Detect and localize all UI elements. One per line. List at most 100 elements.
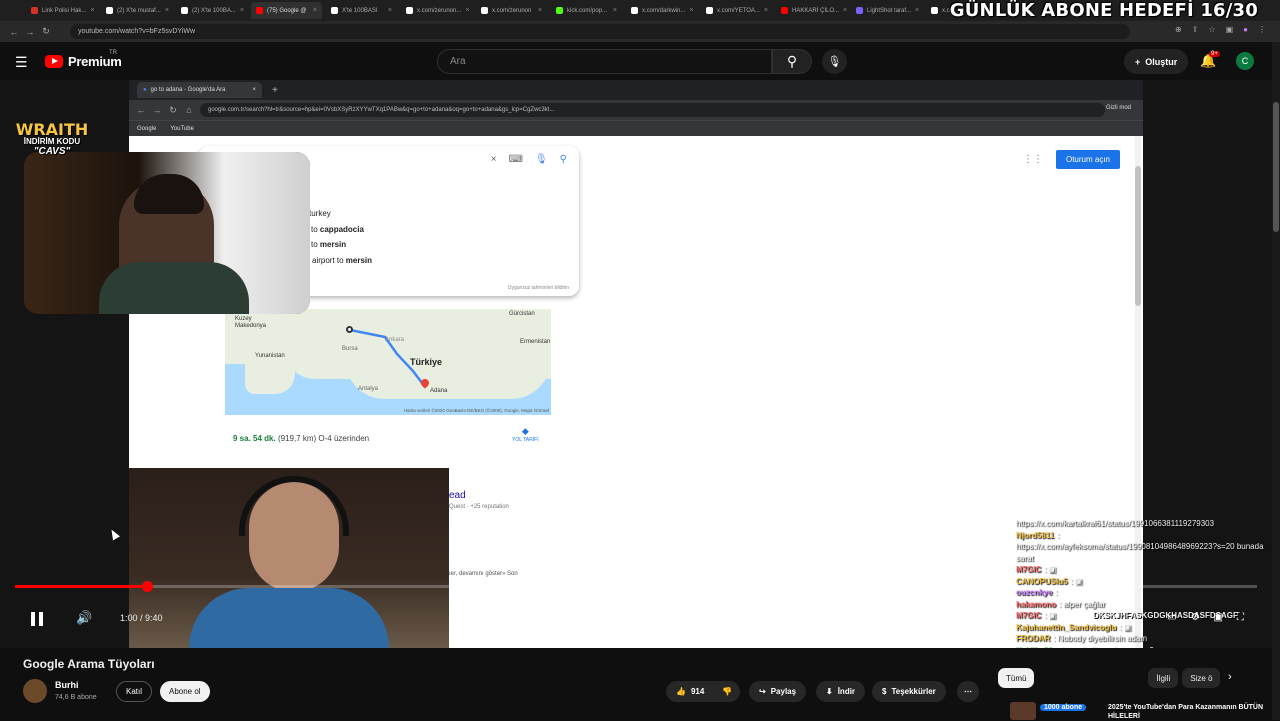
search-button[interactable]: ⚲ (772, 49, 812, 74)
inner-profile-label: Gizli mod (1105, 105, 1131, 111)
voice-search-button[interactable]: 🎙 (822, 49, 847, 74)
inner-tab-close-icon: × (252, 87, 256, 93)
chat-username: hakamono (1016, 599, 1057, 609)
browser-tab[interactable]: (75) Google @ × (251, 2, 322, 19)
video-player[interactable]: ● go to adana - Google'da Ara × + ← → ↻ … (0, 80, 1272, 648)
tab-label: x.com/YETOA... (717, 7, 760, 14)
search-input[interactable]: Ara (437, 49, 772, 74)
mouse-cursor (108, 527, 120, 541)
like-button[interactable]: 👍 914 (666, 681, 715, 702)
url-text: youtube.com/watch?v=bFz5svDYiWw (78, 28, 196, 35)
tab-close-icon[interactable]: × (165, 7, 169, 14)
download-button[interactable]: ⬇ İndir (816, 681, 866, 702)
url-field[interactable]: youtube.com/watch?v=bFz5svDYiWw (70, 24, 1130, 39)
tab-close-icon[interactable]: × (613, 7, 617, 14)
browser-menu-icon[interactable]: ⋮ (1258, 25, 1266, 34)
chat-username: M7GIC (1016, 611, 1042, 620)
chip-related[interactable]: İlgili (1148, 668, 1179, 688)
chat-text: : ▣ (1119, 622, 1132, 632)
reload-icon[interactable]: ↻ (38, 26, 54, 37)
tab-close-icon[interactable]: × (538, 7, 542, 14)
browser-tab[interactable]: (2) X'te mustaf... × (101, 2, 172, 19)
chat-text: : (1057, 530, 1060, 540)
chat-username: FRODAR (1016, 634, 1051, 643)
inner-back-icon: ← (136, 105, 146, 115)
pause-button[interactable] (25, 607, 49, 631)
profile-icon[interactable]: ● (1243, 25, 1248, 34)
page-scrollbar[interactable] (1272, 42, 1280, 720)
time-display: 1:00 / 9:40 (120, 613, 163, 623)
page-scroll-thumb[interactable] (1273, 102, 1279, 232)
extensions-icon[interactable]: ▣ (1226, 25, 1234, 34)
bookmark-star-icon[interactable]: ☆ (1208, 25, 1215, 34)
join-button[interactable]: Katıl (116, 681, 153, 702)
menu-icon[interactable]: ☰ (15, 54, 28, 71)
browser-tab[interactable]: X'te 100BASI × (326, 2, 397, 19)
tab-favicon-icon (106, 7, 113, 14)
zoom-icon[interactable]: ⊕ (1175, 25, 1182, 34)
browser-tab[interactable]: kick.com/pop... × (551, 2, 622, 19)
share-button[interactable]: ↪ Paylaş (749, 681, 807, 702)
dislike-button[interactable]: 👎 (714, 681, 740, 702)
plus-icon: + (1135, 56, 1141, 67)
create-button[interactable]: + Oluştur (1124, 49, 1189, 74)
forward-icon[interactable]: → (22, 27, 38, 37)
browser-tab[interactable]: LightShot taraf... × (851, 2, 922, 19)
share-icon[interactable]: ⇪ (1192, 25, 1199, 34)
tab-close-icon[interactable]: × (764, 7, 768, 14)
directions-label: YOL TARİFİ (512, 437, 539, 443)
thanks-button[interactable]: $ Teşekkürler (872, 681, 946, 702)
browser-tab[interactable]: HAKKARİ ÇİLO... × (776, 2, 847, 19)
map-label: Antalya (358, 386, 379, 392)
channel-avatar[interactable] (23, 679, 47, 703)
chat-message: Keklik_31: Alper Çağlar referansı mı? (1016, 645, 1266, 649)
browser-tab[interactable]: Link Polisi Hak... × (26, 2, 97, 19)
fullscreen-icon[interactable]: ⛶ (1237, 612, 1244, 623)
tab-close-icon[interactable]: × (689, 7, 693, 14)
youtube-logo[interactable]: Premium TR (45, 50, 122, 69)
tab-favicon-icon (706, 7, 713, 14)
browser-address-bar: ← → ↻ youtube.com/watch?v=bFz5svDYiWw ⊕ … (0, 21, 1280, 42)
browser-tab[interactable]: x.com/zerunon × (476, 2, 547, 19)
chat-text: : (1055, 588, 1058, 597)
subscriber-count: 74,6 B abone (55, 694, 97, 701)
tab-favicon-icon (781, 7, 788, 14)
browser-tab[interactable]: (2) X'te 100BA... × (176, 2, 247, 19)
chip-for-you[interactable]: Size ö (1182, 668, 1221, 688)
youtube-header: ☰ Premium TR Ara ⚲ 🎙 + Oluştur 🔔 9+ C (0, 42, 1280, 80)
tab-close-icon[interactable]: × (388, 7, 392, 14)
tab-close-icon[interactable]: × (313, 7, 317, 14)
settings-gear-icon[interactable]: ⚙ (1191, 612, 1200, 623)
recommended-video[interactable]: 1000 abone 2025'te YouTube'dan Para Kaza… (1010, 700, 1270, 720)
back-icon[interactable]: ← (6, 27, 22, 37)
chevron-right-icon[interactable]: › (1228, 671, 1232, 683)
thanks-label: Teşekkürler (891, 687, 936, 696)
browser-tab[interactable]: x.com/zerunon... × (401, 2, 472, 19)
map-label: Türkiye (410, 357, 443, 367)
progress-bar[interactable] (15, 581, 1257, 592)
volume-icon[interactable]: 🔊 (76, 610, 92, 626)
thumbs-down-icon: 👎 (722, 687, 732, 696)
tab-close-icon[interactable]: × (465, 7, 469, 14)
tab-close-icon[interactable]: × (915, 7, 919, 14)
progress-scrubber[interactable] (141, 581, 153, 592)
subscribe-button[interactable]: Abone ol (160, 681, 210, 702)
subscriber-goal-overlay: GÜNLÜK ABONE HEDEFİ 16/30 (949, 0, 1258, 21)
tab-close-icon[interactable]: × (843, 7, 847, 14)
browser-tab[interactable]: x.com/YETOA... × (701, 2, 772, 19)
share-arrow-icon: ↪ (759, 687, 766, 696)
browser-tab[interactable]: x.com/darkwin... × (626, 2, 697, 19)
tab-label: HAKKARİ ÇİLO... (792, 7, 840, 14)
tab-label: LightShot taraf... (867, 7, 912, 14)
inner-browser-address-bar: ← → ↻ ⌂ google.com.tr/search?hl=tr&sourc… (129, 100, 1143, 120)
account-avatar[interactable]: C (1236, 52, 1254, 70)
channel-name[interactable]: Burhi (55, 680, 79, 690)
chip-all[interactable]: Tümü (998, 668, 1035, 688)
tab-close-icon[interactable]: × (240, 7, 244, 14)
suggestion-item: to mersin (311, 240, 347, 249)
more-actions-button[interactable]: ⋯ (957, 681, 979, 702)
tab-close-icon[interactable]: × (90, 7, 94, 14)
subtitles-icon[interactable]: ▭ (1167, 612, 1176, 623)
region-label: TR (109, 50, 117, 56)
miniplayer-icon[interactable]: ▣ (1214, 612, 1223, 623)
